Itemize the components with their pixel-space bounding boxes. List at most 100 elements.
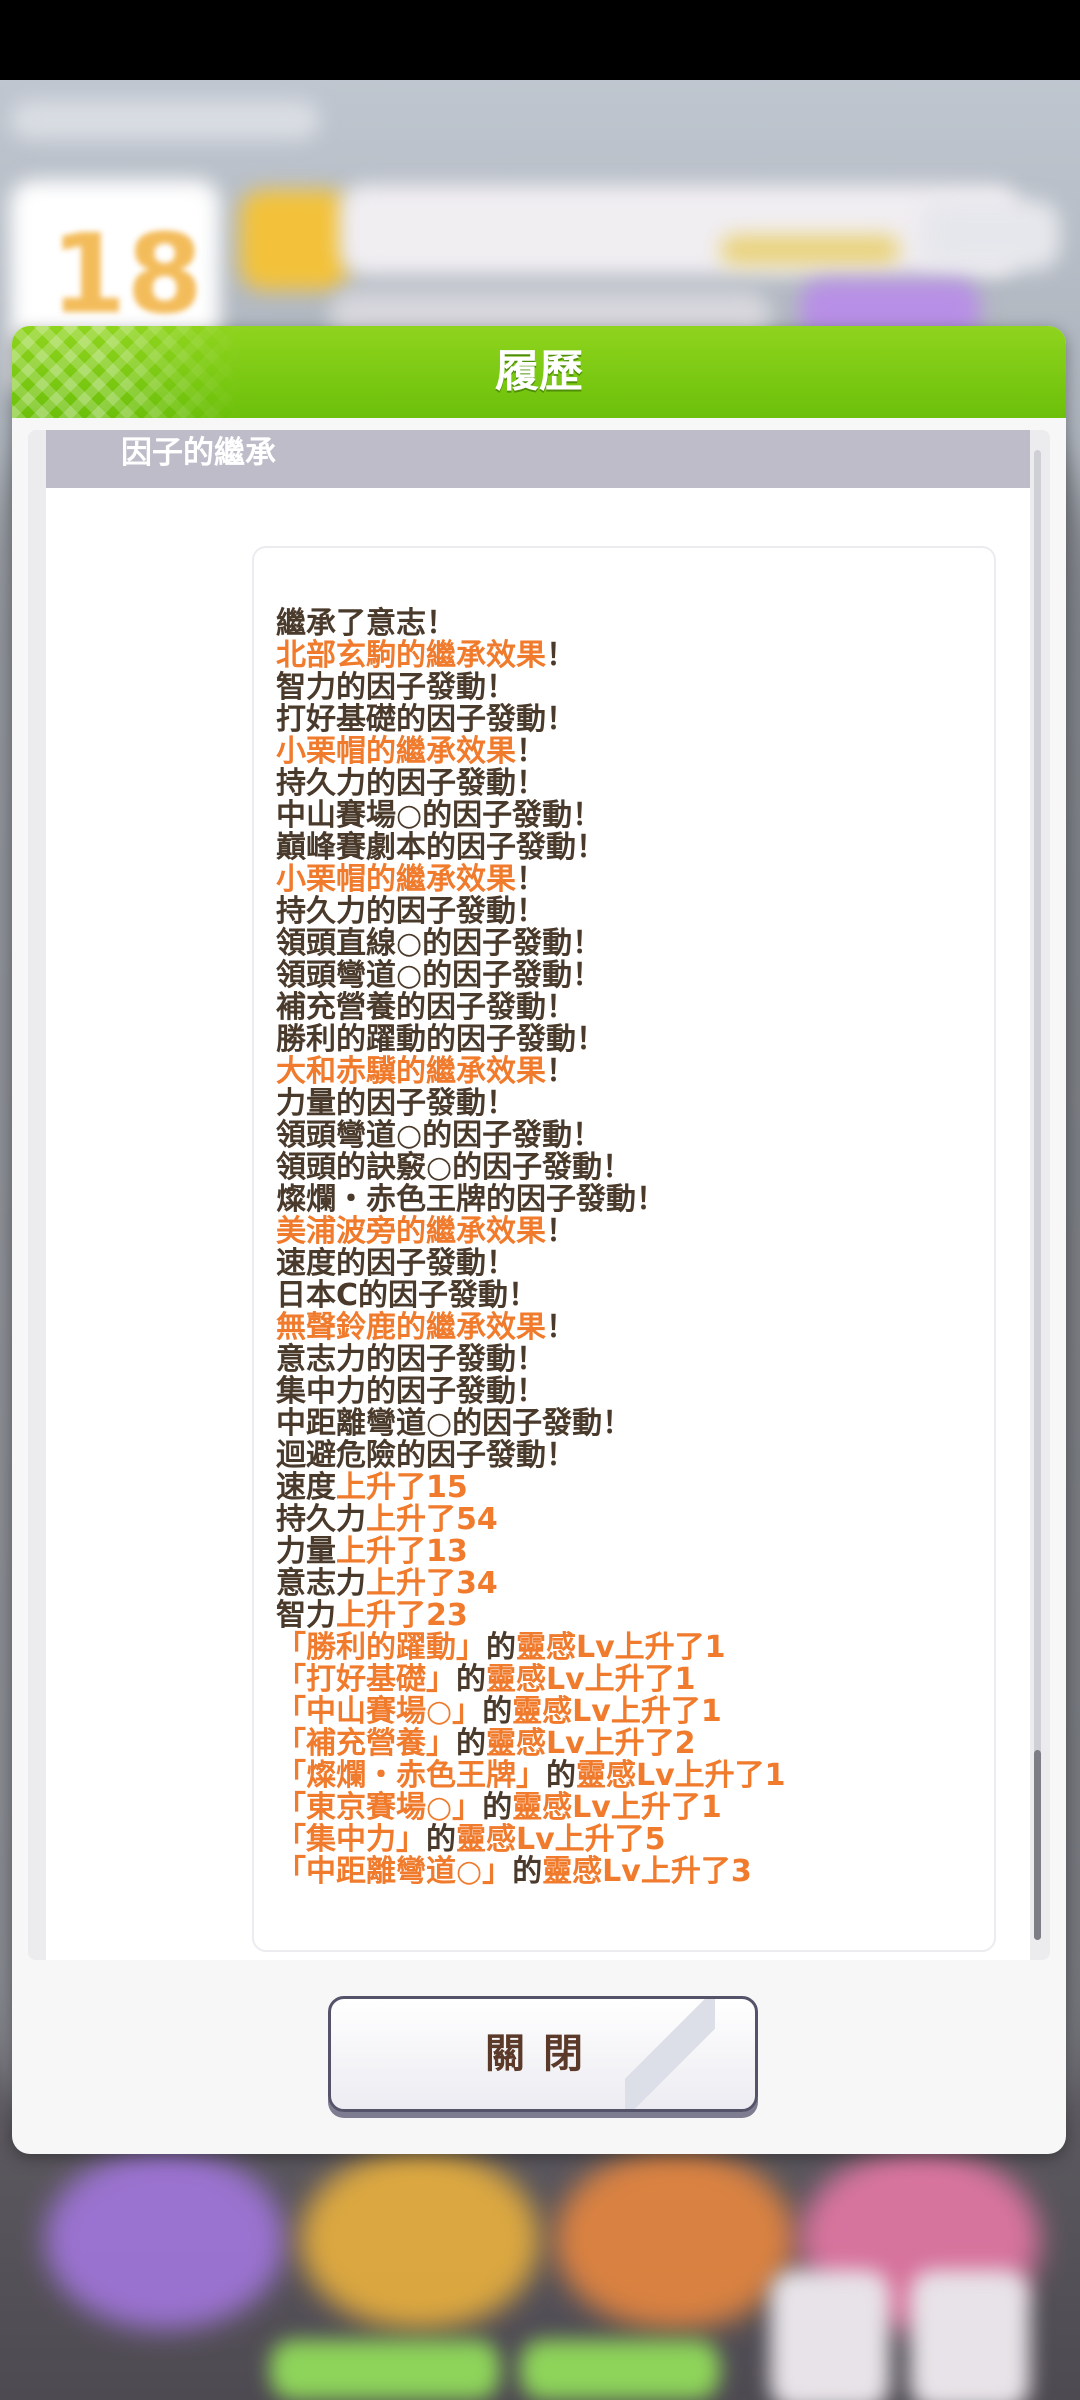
log-segment: 巔峰賽劇本的因子發動！ [276,830,606,865]
log-segment: 「中山賽場○」 [276,1694,483,1729]
log-segment: 「中距離彎道○」 [276,1854,513,1889]
log-segment: 的 [482,1790,513,1825]
log-line: 燦爛・赤色王牌的因子發動！ [276,1184,976,1216]
log-segment: 上升了34 [366,1566,498,1601]
log-line: 中山賽場○的因子發動！ [276,800,976,832]
log-line: 意志力的因子發動！ [276,1344,976,1376]
log-segment: 靈感Lv上升了1 [512,1694,722,1729]
log-segment: 領頭彎道○的因子發動！ [276,1118,603,1153]
log-segment: 迴避危險的因子發動！ [276,1438,576,1473]
log-line: 巔峰賽劇本的因子發動！ [276,832,976,864]
log-segment: 打好基礎的因子發動！ [276,702,576,737]
log-segment: ！ [516,862,546,897]
log-segment: 智力的因子發動！ [276,670,516,705]
log-line: 勝利的躍動的因子發動！ [276,1024,976,1056]
log-line: 智力上升了23 [276,1600,976,1632]
log-segment: ！ [546,1310,576,1345]
log-line: 意志力上升了34 [276,1568,976,1600]
log-segment: 智力 [276,1598,336,1633]
log-segment: 意志力 [276,1566,366,1601]
scrollbar-track[interactable] [1034,450,1041,1940]
log-line: 領頭的訣竅○的因子發動！ [276,1152,976,1184]
log-segment: 靈感Lv上升了1 [516,1630,726,1665]
log-segment: 意志力的因子發動！ [276,1342,546,1377]
log-segment: ！ [546,1054,576,1089]
log-segment: 力量 [276,1534,336,1569]
background-day-number: 18 [50,210,204,338]
log-segment: 補充營養的因子發動！ [276,990,576,1025]
log-segment: 靈感Lv上升了2 [486,1726,696,1761]
log-segment: 中山賽場○的因子發動！ [276,798,603,833]
log-line: 速度上升了15 [276,1472,976,1504]
log-line: 無聲鈴鹿的繼承效果！ [276,1312,976,1344]
log-line: 迴避危險的因子發動！ [276,1440,976,1472]
log-segment: 繼承了意志！ [276,606,456,641]
log-line: 繼承了意志！ [276,608,976,640]
log-segment: 的 [486,1630,516,1665]
log-line: 持久力的因子發動！ [276,768,976,800]
log-segment: 的 [482,1694,513,1729]
log-segment: 「集中力」 [276,1822,426,1857]
log-line: 「集中力」的靈感Lv上升了5 [276,1824,976,1856]
log-segment: 「燦爛・赤色王牌」 [276,1758,546,1793]
log-line: 集中力的因子發動！ [276,1376,976,1408]
log-segment: 中距離彎道○的因子發動！ [276,1406,633,1441]
log-segment: 集中力的因子發動！ [276,1374,546,1409]
inheritance-log: 繼承了意志！ 北部玄駒的繼承效果！ 智力的因子發動！ 打好基礎的因子發動！ 小栗帽的繼承… [276,608,976,1888]
log-segment: 勝利的躍動的因子發動！ [276,1022,606,1057]
log-segment: 「打好基礎」 [276,1662,456,1697]
log-line: 領頭彎道○的因子發動！ [276,960,976,992]
log-segment: 持久力的因子發動！ [276,766,546,801]
log-line: 持久力上升了54 [276,1504,976,1536]
section-header: 因子的繼承 [46,430,1030,488]
log-segment: 持久力的因子發動！ [276,894,546,929]
log-segment: ！ [546,1214,576,1249]
log-line: 日本C的因子發動！ [276,1280,976,1312]
log-segment: 無聲鈴鹿的繼承效果 [276,1310,546,1345]
log-line: 「補充營養」的靈感Lv上升了2 [276,1728,976,1760]
log-line: 中距離彎道○的因子發動！ [276,1408,976,1440]
scrollbar-thumb[interactable] [1034,1750,1041,1940]
log-segment: 靈感Lv上升了3 [542,1854,752,1889]
log-segment: 的 [512,1854,543,1889]
log-segment: 「勝利的躍動」 [276,1630,486,1665]
log-segment: 領頭直線○的因子發動！ [276,926,603,961]
log-segment: 速度的因子發動！ [276,1246,516,1281]
log-segment: 靈感Lv上升了1 [576,1758,786,1793]
log-line: 小栗帽的繼承效果！ [276,864,976,896]
close-button[interactable]: 關閉 [328,1996,758,2112]
log-line: 力量的因子發動！ [276,1088,976,1120]
log-line: 北部玄駒的繼承效果！ [276,640,976,672]
log-line: 「勝利的躍動」的靈感Lv上升了1 [276,1632,976,1664]
log-segment: 的 [426,1822,456,1857]
log-segment: 燦爛・赤色王牌的因子發動！ [276,1182,666,1217]
log-line: 速度的因子發動！ [276,1248,976,1280]
log-line: 持久力的因子發動！ [276,896,976,928]
log-line: 「打好基礎」的靈感Lv上升了1 [276,1664,976,1696]
dialog-header: 履歷 [12,326,1066,418]
close-button-label: 關閉 [485,2031,601,2077]
log-segment: 上升了23 [336,1598,468,1633]
log-segment: 靈感Lv上升了5 [456,1822,666,1857]
log-segment: ！ [516,734,546,769]
log-segment: 領頭的訣竅○的因子發動！ [276,1150,633,1185]
log-segment: 小栗帽的繼承效果 [276,862,516,897]
log-segment: 北部玄駒的繼承效果 [276,638,546,673]
log-segment: ！ [546,638,576,673]
log-segment: 力量的因子發動！ [276,1086,516,1121]
status-bar [0,0,1080,80]
log-line: 力量上升了13 [276,1536,976,1568]
section-title: 因子的繼承 [121,435,276,471]
log-segment: 的 [546,1758,576,1793]
log-segment: 持久力 [276,1502,366,1537]
dialog-title: 履歷 [495,346,583,397]
log-segment: 上升了13 [336,1534,468,1569]
log-segment: 靈感Lv上升了1 [486,1662,696,1697]
log-line: 小栗帽的繼承效果！ [276,736,976,768]
log-segment: 上升了54 [366,1502,498,1537]
log-segment: 大和赤驥的繼承效果 [276,1054,546,1089]
log-segment: 「東京賽場○」 [276,1790,483,1825]
log-segment: 靈感Lv上升了1 [512,1790,722,1825]
log-segment: 美浦波旁的繼承效果 [276,1214,546,1249]
log-line: 「中距離彎道○」的靈感Lv上升了3 [276,1856,976,1888]
